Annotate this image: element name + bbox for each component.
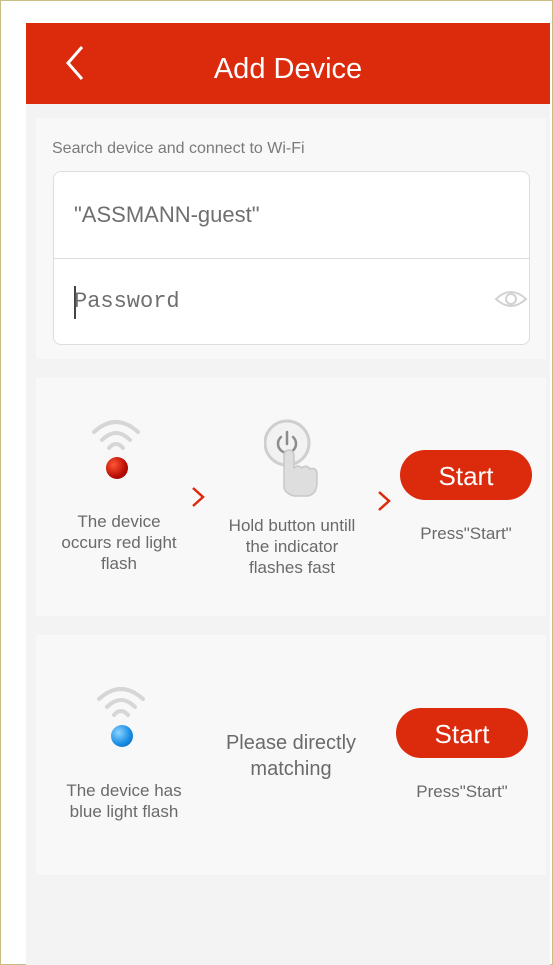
ssid-field[interactable]: "ASSMANN-guest" [54, 172, 529, 259]
start-button[interactable]: Start [396, 708, 528, 758]
phone-screen: Add Device Search device and connect to … [26, 23, 550, 965]
ssid-value: "ASSMANN-guest" [74, 202, 260, 227]
wifi-section-title: Search device and connect to Wi-Fi [52, 140, 305, 157]
direct-matching-label: Please directly matching [225, 732, 357, 780]
password-input[interactable] [72, 281, 476, 321]
page-title: Add Device [213, 53, 363, 85]
wifi-card: Search device and connect to Wi-Fi "ASSM… [36, 118, 546, 359]
blue-indicator-dot [111, 725, 133, 747]
press-start-label: Press"Start" [420, 524, 512, 543]
red-device-label: The device occurs red light flash [61, 512, 177, 573]
hold-button-label: Hold button untill the indicator flashes… [228, 516, 356, 577]
red-indicator-dot [106, 457, 128, 479]
header-bar: Add Device [26, 23, 550, 104]
red-light-card: The device occurs red light flash Hold b… [36, 378, 546, 616]
back-button[interactable] [62, 43, 92, 83]
power-button-hand-icon [264, 419, 318, 497]
chevron-right-icon [192, 487, 205, 507]
eye-icon[interactable] [494, 287, 528, 311]
wifi-input-group: "ASSMANN-guest" [53, 171, 530, 345]
press-start-label: Press"Start" [416, 782, 508, 801]
blue-light-card: The device has blue light flash Please d… [36, 635, 546, 875]
chevron-right-icon [378, 491, 391, 511]
start-button[interactable]: Start [400, 450, 532, 500]
wifi-icon [92, 420, 140, 450]
wifi-icon [97, 687, 145, 717]
blue-device-label: The device has blue light flash [66, 781, 182, 821]
back-arrow-icon [66, 46, 84, 80]
password-row [54, 259, 529, 344]
